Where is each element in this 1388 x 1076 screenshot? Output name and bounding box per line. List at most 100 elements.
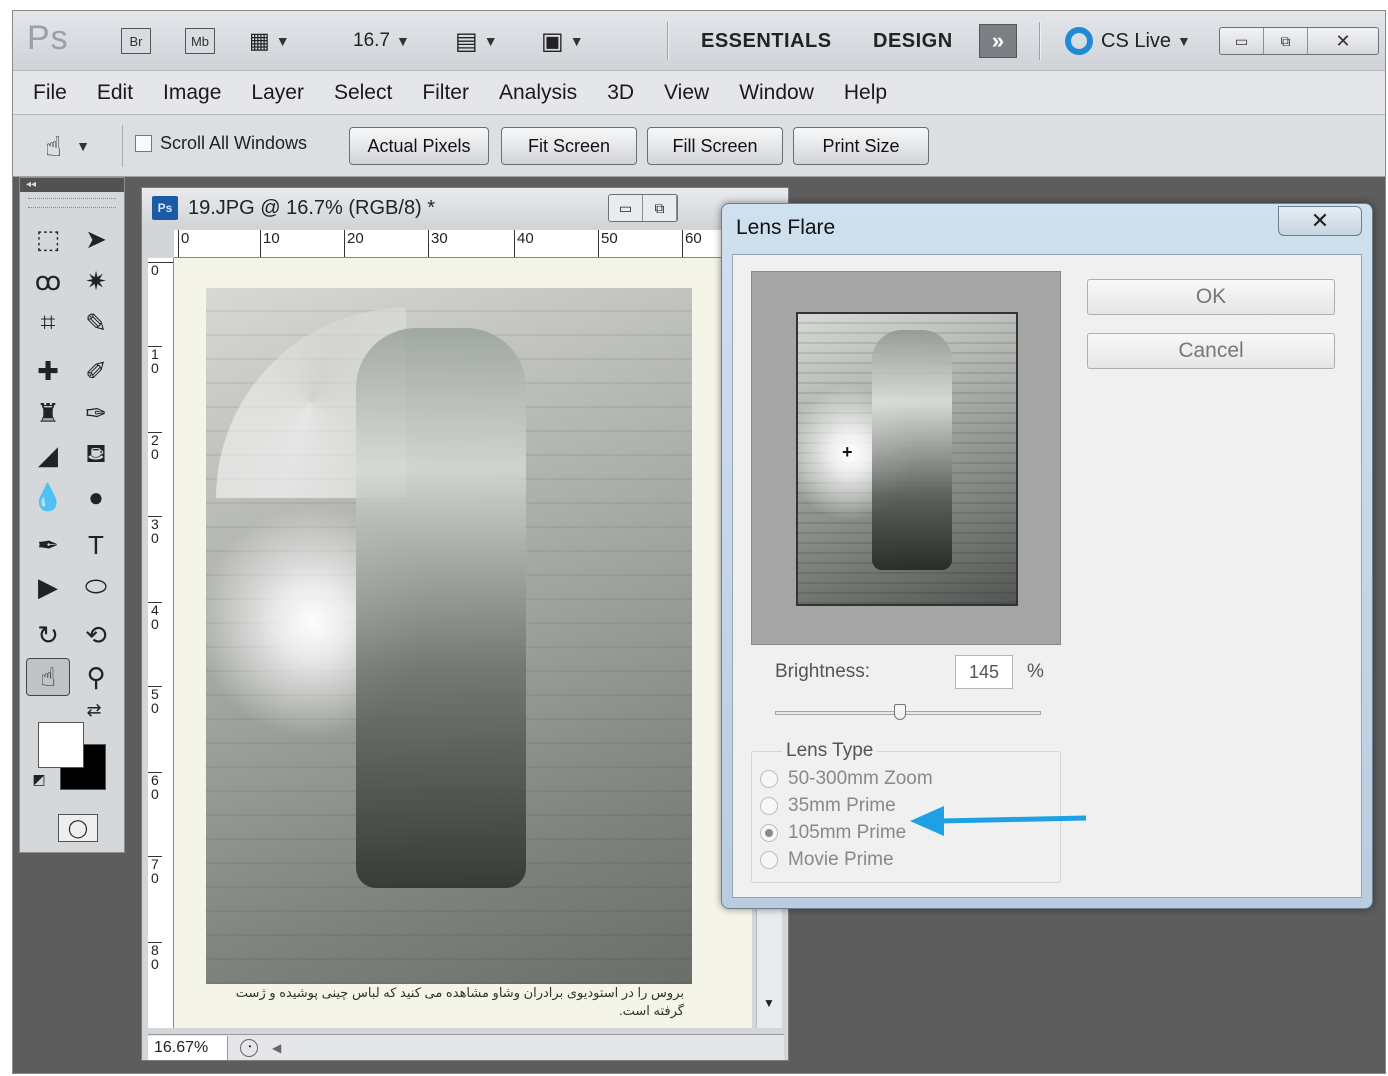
brush-tool-icon[interactable]: ✐ (74, 352, 118, 390)
ruler-tick: 3 0 (148, 516, 162, 545)
document-canvas[interactable]: بروس را در استودیوی برادران وشاو مشاهده … (174, 258, 752, 1028)
lens-option-label: 35mm Prime (788, 795, 896, 816)
preview-thumbnail[interactable]: + (796, 312, 1018, 606)
scroll-left-icon[interactable]: ◀ (272, 1041, 281, 1055)
zoom-tool-icon[interactable]: ⚲ (74, 658, 118, 696)
status-info-icon[interactable]: ◔ (240, 1038, 258, 1057)
crop-tool-icon[interactable]: ⌗ (26, 304, 70, 342)
type-tool-icon[interactable]: T (74, 526, 118, 564)
ruler-tick: 0 (178, 230, 189, 257)
clone-stamp-tool-icon[interactable]: ♜ (26, 394, 70, 432)
doc-restore-button[interactable]: ⧉ (643, 195, 677, 221)
menu-analysis[interactable]: Analysis (499, 81, 577, 105)
foreground-color-swatch[interactable] (38, 722, 84, 768)
fill-screen-button[interactable]: Fill Screen (647, 127, 783, 165)
launch-minibridge-button[interactable]: Mb (185, 24, 215, 58)
dialog-close-button[interactable]: ✕ (1278, 206, 1362, 236)
ruler-tick: 4 0 (148, 602, 162, 631)
launch-bridge-button[interactable]: Br (121, 24, 151, 58)
menu-image[interactable]: Image (163, 81, 221, 105)
caption-line-2: گرفته است. (619, 1003, 684, 1018)
blur-tool-icon[interactable]: 💧 (26, 478, 70, 516)
thumbnail-figure (872, 330, 952, 570)
arrange-documents-menu[interactable]: ▤ ▼ (455, 24, 498, 58)
brightness-slider-thumb[interactable] (894, 704, 907, 720)
flare-preview-area[interactable]: + (751, 271, 1061, 645)
hand-tool-icon[interactable]: ☝ (26, 658, 70, 696)
eraser-tool-icon[interactable]: ◢ (26, 436, 70, 474)
chevron-down-icon: ▼ (1177, 33, 1191, 49)
3d-rotate-tool-icon[interactable]: ↻ (26, 616, 70, 654)
quick-mask-icon[interactable]: ◯ (58, 814, 98, 842)
3d-orbit-tool-icon[interactable]: ⟲ (74, 616, 118, 654)
eyedropper-tool-icon[interactable]: ✎ (74, 304, 118, 342)
cs-live-menu[interactable]: CS Live ▼ (1065, 24, 1191, 58)
application-bar: Ps Br Mb ▦ ▼ 16.7 ▼ ▤ ▼ ▣ ▼ ESSENTIALS DESIG… (13, 11, 1385, 71)
brightness-slider[interactable] (775, 704, 1041, 720)
tools-collapse-button[interactable]: ◂◂ (20, 178, 124, 192)
scroll-all-windows-checkbox[interactable]: Scroll All Windows (135, 133, 307, 154)
ruler-tick: 2 0 (148, 432, 162, 461)
menu-view[interactable]: View (664, 81, 709, 105)
ok-button[interactable]: OK (1087, 279, 1335, 315)
menu-file[interactable]: File (33, 81, 67, 105)
screen-mode-menu[interactable]: ▣ ▼ (541, 24, 584, 58)
fit-screen-button[interactable]: Fit Screen (501, 127, 637, 165)
lens-option-105mm-prime[interactable]: 105mm Prime (760, 822, 906, 844)
zoom-status-field[interactable]: 16.67% (148, 1035, 228, 1060)
path-selection-tool-icon[interactable]: ▶ (26, 568, 70, 606)
menu-3d[interactable]: 3D (607, 81, 634, 105)
lasso-tool-icon[interactable]: ꝏ (26, 262, 70, 300)
dodge-tool-icon[interactable]: ● (74, 478, 118, 516)
cancel-button[interactable]: Cancel (1087, 333, 1335, 369)
zoom-level-value: 16.7 (353, 30, 390, 51)
ruler-tick: 10 (260, 230, 280, 257)
paint-bucket-tool-icon[interactable]: ⛾ (74, 436, 118, 474)
magic-wand-tool-icon[interactable]: ✷ (74, 262, 118, 300)
lens-option-50-300mm-zoom[interactable]: 50-300mm Zoom (760, 768, 933, 790)
hand-icon: ☝ (45, 130, 63, 162)
doc-minimize-button[interactable]: ▭ (609, 195, 643, 221)
menu-window[interactable]: Window (739, 81, 814, 105)
restore-button[interactable]: ⧉ (1264, 28, 1308, 54)
pen-tool-icon[interactable]: ✒ (26, 526, 70, 564)
menu-filter[interactable]: Filter (422, 81, 469, 105)
close-button[interactable]: ✕ (1308, 28, 1378, 54)
arrow-head (910, 806, 944, 836)
lens-option-label: 105mm Prime (788, 822, 907, 843)
actual-pixels-button[interactable]: Actual Pixels (349, 127, 489, 165)
vertical-ruler[interactable]: 0 1 0 2 0 3 0 4 0 5 0 6 0 7 0 8 0 (148, 258, 174, 1028)
marquee-tool-icon[interactable]: ⬚ (26, 220, 70, 258)
chevron-down-icon: ▼ (569, 33, 584, 49)
more-workspaces-button[interactable]: » (979, 24, 1017, 58)
brightness-input[interactable]: 145 (955, 655, 1013, 689)
swap-colors-icon[interactable]: ⇄ (82, 698, 106, 722)
default-colors-icon[interactable]: ◩ (28, 768, 50, 790)
zoom-level-menu[interactable]: 16.7 ▼ (353, 24, 410, 58)
menu-edit[interactable]: Edit (97, 81, 133, 105)
shape-tool-icon[interactable]: ⬭ (74, 568, 118, 606)
scroll-down-icon[interactable]: ▼ (763, 996, 775, 1010)
lens-option-35mm-prime[interactable]: 35mm Prime (760, 795, 896, 817)
menu-layer[interactable]: Layer (251, 81, 304, 105)
flare-center-crosshair-icon[interactable]: + (842, 442, 853, 463)
chevron-down-icon: ▼ (275, 33, 290, 49)
chevron-down-icon: ▼ (395, 33, 410, 49)
options-bar: ☝ ▼ Scroll All Windows Actual Pixels Fit… (13, 115, 1385, 177)
menu-help[interactable]: Help (844, 81, 887, 105)
tool-preset-picker[interactable]: ☝ ▼ (33, 125, 123, 167)
lens-option-movie-prime[interactable]: Movie Prime (760, 849, 894, 871)
healing-brush-tool-icon[interactable]: ✚ (26, 352, 70, 390)
print-size-button[interactable]: Print Size (793, 127, 929, 165)
document-title-bar[interactable]: Ps 19.JPG @ 16.7% (RGB/8) * (142, 188, 788, 228)
move-tool-icon[interactable]: ➤ (74, 220, 118, 258)
workspace-design[interactable]: DESIGN (873, 24, 953, 58)
history-brush-tool-icon[interactable]: ✑ (74, 394, 118, 432)
panel-grip[interactable] (28, 198, 116, 208)
scroll-all-windows-label: Scroll All Windows (160, 133, 308, 153)
horizontal-ruler[interactable]: 0 10 20 30 40 50 60 (174, 230, 790, 258)
view-extras-menu[interactable]: ▦ ▼ (249, 24, 290, 58)
menu-select[interactable]: Select (334, 81, 392, 105)
minimize-button[interactable]: ▭ (1220, 28, 1264, 54)
workspace-essentials[interactable]: ESSENTIALS (701, 24, 832, 58)
